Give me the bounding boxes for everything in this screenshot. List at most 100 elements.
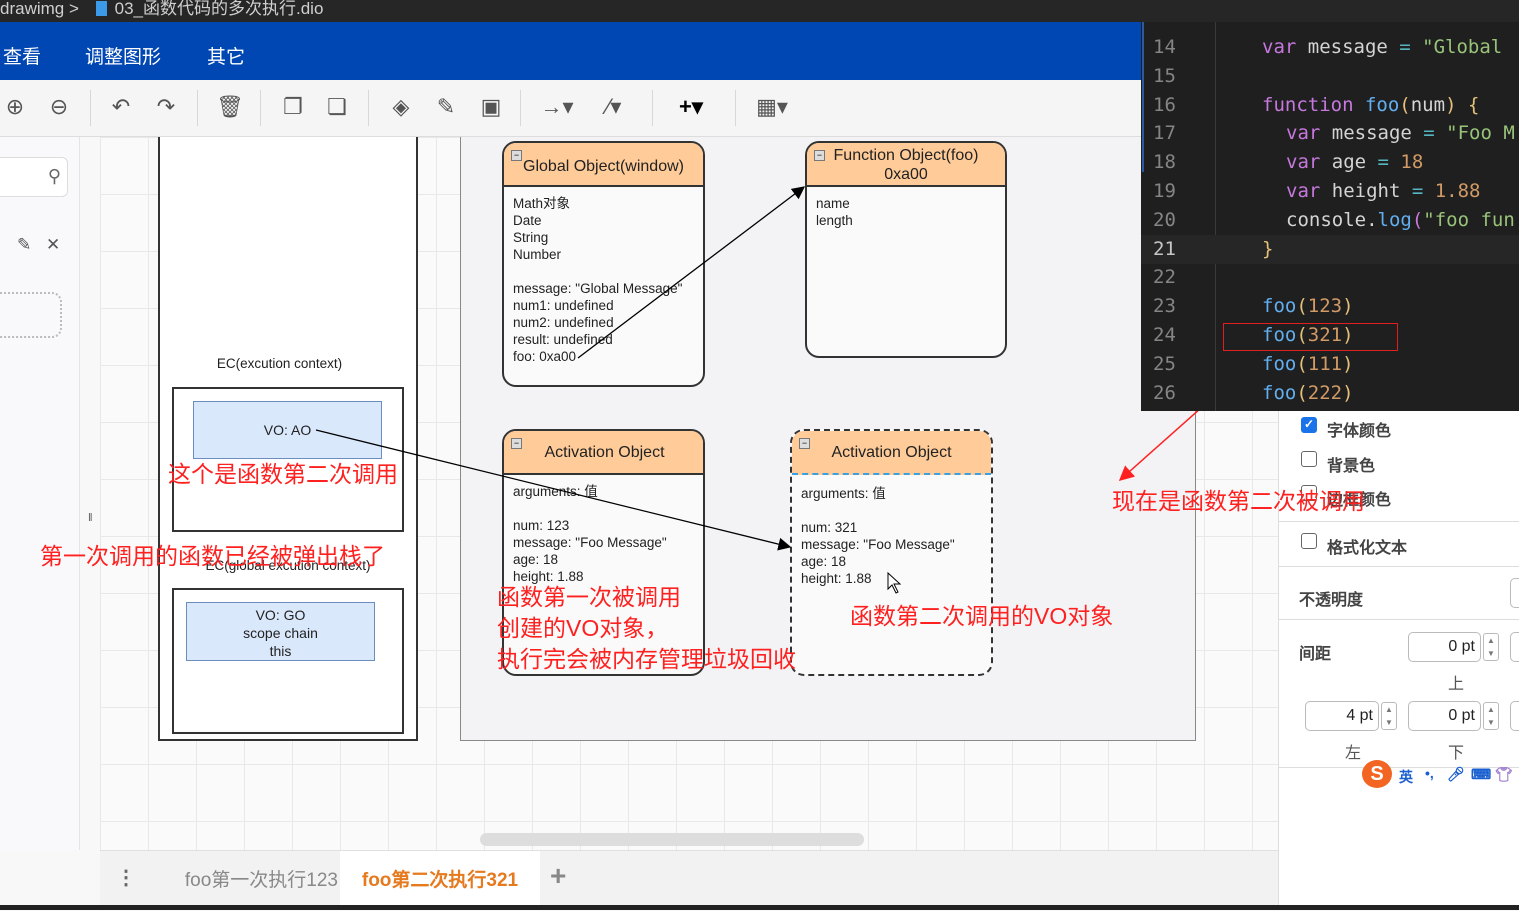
code-token: ( (1296, 381, 1308, 404)
code-token: ) (1342, 381, 1354, 404)
tab-first-execution[interactable]: foo第一次执行123 (120, 851, 340, 906)
page-tabs: ⋮ foo第一次执行123 foo第二次执行321 + (100, 850, 1278, 906)
code-line[interactable]: 19 var height = 1.88 (1141, 177, 1519, 206)
line-number: 16 (1153, 93, 1176, 116)
code-token: = (1411, 180, 1435, 202)
code-token: message (1307, 36, 1400, 58)
code-token: num (1410, 93, 1446, 116)
spacing-left-input[interactable]: 4 pt (1305, 701, 1379, 731)
code-line[interactable]: 16 function foo(num) { (1141, 91, 1519, 120)
code-token: "Global (1422, 36, 1503, 58)
line-number: 18 (1153, 151, 1176, 174)
code-token: var (1286, 151, 1332, 174)
code-token: = (1399, 36, 1423, 58)
code-token: var (1286, 122, 1332, 145)
code-token: } (1262, 237, 1274, 260)
code-token: = (1377, 151, 1401, 174)
annotation-now-second: 现在是函数第二次被调用 (1112, 488, 1365, 514)
annotation-popped: 第一次调用的函数已经被弹出栈了 (40, 543, 385, 569)
code-line[interactable]: 23 foo(123) (1141, 292, 1519, 321)
spacing-top-input[interactable]: 0 pt (1408, 632, 1481, 662)
line-number: 14 (1153, 36, 1176, 58)
spacing-bottom-stepper[interactable]: ▲ ▼ (1483, 702, 1499, 730)
ime-language[interactable]: 英 (1399, 767, 1413, 787)
line-number: 24 (1153, 324, 1176, 346)
code-line[interactable]: 15 (1141, 62, 1519, 91)
code-line[interactable]: 14 var message = "Global (1141, 33, 1519, 62)
microphone-icon[interactable]: 🎤︎ (1447, 766, 1465, 783)
font-color-label: 字体颜色 (1327, 423, 1392, 440)
line-number: 19 (1153, 180, 1176, 202)
spacing-left-stepper[interactable]: ▲ ▼ (1381, 702, 1397, 730)
sogou-ime-logo[interactable]: S (1362, 760, 1392, 788)
font-color-checkbox[interactable]: ✓ (1301, 417, 1317, 433)
code-token: foo (1262, 352, 1297, 375)
code-token: console. (1286, 208, 1378, 231)
tab-second-execution[interactable]: foo第二次执行321 (340, 851, 540, 906)
highlight-box (1223, 323, 1398, 351)
spacing-top-stepper[interactable]: ▲ ▼ (1483, 633, 1499, 661)
background-label: 背景色 (1327, 458, 1376, 475)
code-token: "foo fun (1423, 208, 1515, 231)
code-text: var message = "Global (1262, 33, 1502, 62)
annotation-second-vo: 函数第二次调用的VO对象 (850, 603, 1114, 629)
bottom-bar (0, 905, 1519, 910)
skin-icon[interactable]: 👕︎ (1495, 766, 1513, 783)
annotation-first-call: 函数第一次被调用 创建的VO对象， 执行完会被内存管理垃圾回收 (497, 584, 796, 672)
add-page-button[interactable]: + (550, 860, 566, 892)
horizontal-scrollbar[interactable] (480, 833, 864, 846)
left-label: 左 (1345, 745, 1362, 762)
code-token: 18 (1400, 151, 1424, 174)
code-line[interactable]: 25 foo(111) (1141, 350, 1519, 379)
code-token: "Foo M (1446, 122, 1515, 145)
code-text: foo(222) (1262, 379, 1354, 408)
code-token: 1.88 (1434, 180, 1481, 202)
line-number: 21 (1153, 237, 1176, 260)
top-label: 上 (1448, 676, 1465, 693)
code-text: function foo(num) { (1262, 91, 1479, 120)
keyboard-icon[interactable]: ⌨ (1471, 766, 1491, 783)
code-token: message (1331, 122, 1424, 145)
code-text: foo(111) (1262, 350, 1354, 379)
code-token: ( (1296, 295, 1308, 318)
bottom-label: 下 (1448, 745, 1465, 762)
opacity-input[interactable] (1510, 578, 1519, 608)
formatted-text-label: 格式化文本 (1327, 540, 1408, 557)
code-token: var (1262, 36, 1308, 58)
code-token: height (1331, 180, 1412, 202)
code-token: ) (1342, 295, 1354, 318)
code-token: var (1286, 180, 1332, 202)
code-line[interactable]: 26 foo(222) (1141, 379, 1519, 408)
spacing-right-input[interactable] (1510, 632, 1519, 662)
code-text: var height = 1.88 (1286, 177, 1481, 206)
code-token: = (1423, 122, 1447, 145)
code-token: ( (1399, 93, 1411, 116)
code-token: foo (1262, 381, 1297, 404)
code-token: function (1262, 93, 1365, 116)
code-token: log (1377, 208, 1412, 231)
line-number: 23 (1153, 295, 1176, 318)
code-line[interactable]: 22 (1141, 263, 1519, 292)
spacing-label: 间距 (1299, 646, 1332, 663)
formatted-text-checkbox[interactable] (1301, 533, 1317, 549)
code-token: ( (1296, 352, 1308, 375)
spacing-extra-input[interactable] (1510, 701, 1519, 731)
spacing-bottom-input[interactable]: 0 pt (1408, 701, 1481, 731)
code-line[interactable]: 21} (1141, 234, 1519, 264)
opacity-label: 不透明度 (1299, 592, 1364, 609)
code-text: foo(123) (1262, 292, 1354, 321)
code-token: 222 (1307, 381, 1343, 404)
ime-punctuation-icon[interactable]: •, (1425, 765, 1434, 781)
line-number: 20 (1153, 208, 1176, 231)
code-text: } (1262, 235, 1273, 264)
code-line[interactable]: 18 var age = 18 (1141, 148, 1519, 177)
line-number: 15 (1153, 64, 1176, 87)
code-line[interactable]: 17 var message = "Foo M (1141, 119, 1519, 148)
background-checkbox[interactable] (1301, 451, 1317, 467)
code-token: foo (1262, 295, 1297, 318)
code-line[interactable]: 20 console.log("foo fun (1141, 206, 1519, 235)
code-token: 111 (1307, 352, 1343, 375)
code-token: ) { (1445, 93, 1480, 116)
code-editor[interactable]: 14 var message = "Global 15 16 function foo(… (1141, 22, 1519, 411)
code-text: var message = "Foo M (1286, 119, 1515, 148)
